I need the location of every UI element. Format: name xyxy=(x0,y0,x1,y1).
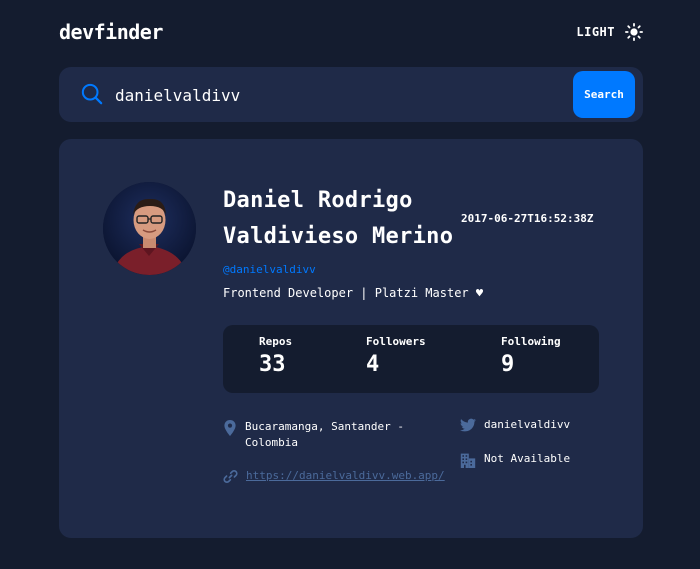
profile-login-link[interactable]: @danielvaldivv xyxy=(223,263,316,276)
search-icon xyxy=(81,83,103,105)
stat-repos: Repos 33 xyxy=(259,335,292,377)
avatar-image xyxy=(103,182,196,275)
location-text: Bucaramanga, Santander - Colombia xyxy=(245,420,404,449)
search-bar: Search xyxy=(59,67,643,122)
profile-bio: Frontend Developer | Platzi Master ♥ xyxy=(223,286,484,300)
stats-box: Repos 33 Followers 4 Following 9 xyxy=(223,325,599,393)
website-link[interactable]: https://danielvaldivv.web.app/ xyxy=(246,468,445,484)
company-building-icon xyxy=(460,453,476,468)
search-input[interactable] xyxy=(115,81,515,109)
website-info: https://danielvaldivv.web.app/ xyxy=(223,468,445,484)
twitter-icon xyxy=(460,418,476,432)
theme-toggle[interactable]: LIGHT xyxy=(576,23,643,41)
following-label: Following xyxy=(501,335,561,348)
app-logo: devfinder xyxy=(59,20,163,44)
location-info: Bucaramanga, Santander - Colombia xyxy=(223,419,443,451)
profile-name: Daniel Rodrigo Valdivieso Merino xyxy=(223,188,454,249)
stat-followers: Followers 4 xyxy=(366,335,426,377)
avatar xyxy=(103,182,196,275)
sun-icon xyxy=(625,23,643,41)
twitter-info: danielvaldivv xyxy=(460,417,570,433)
company-info: Not Available xyxy=(460,451,570,468)
stat-following: Following 9 xyxy=(501,335,561,377)
joined-date: 2017-06-27T16:52:38Z xyxy=(461,212,594,225)
repos-value: 33 xyxy=(259,352,286,377)
followers-value: 4 xyxy=(366,352,380,377)
profile-card: Daniel Rodrigo Valdivieso Merino 2017-06… xyxy=(59,139,643,538)
followers-label: Followers xyxy=(366,335,426,348)
app-header: devfinder LIGHT xyxy=(59,18,643,46)
link-icon xyxy=(223,470,238,483)
twitter-text[interactable]: danielvaldivv xyxy=(484,417,570,433)
following-value: 9 xyxy=(501,352,515,377)
theme-label: LIGHT xyxy=(576,25,615,39)
search-button[interactable]: Search xyxy=(573,71,635,118)
company-text: Not Available xyxy=(484,452,571,465)
repos-label: Repos xyxy=(259,335,293,348)
location-pin-icon xyxy=(224,420,236,436)
